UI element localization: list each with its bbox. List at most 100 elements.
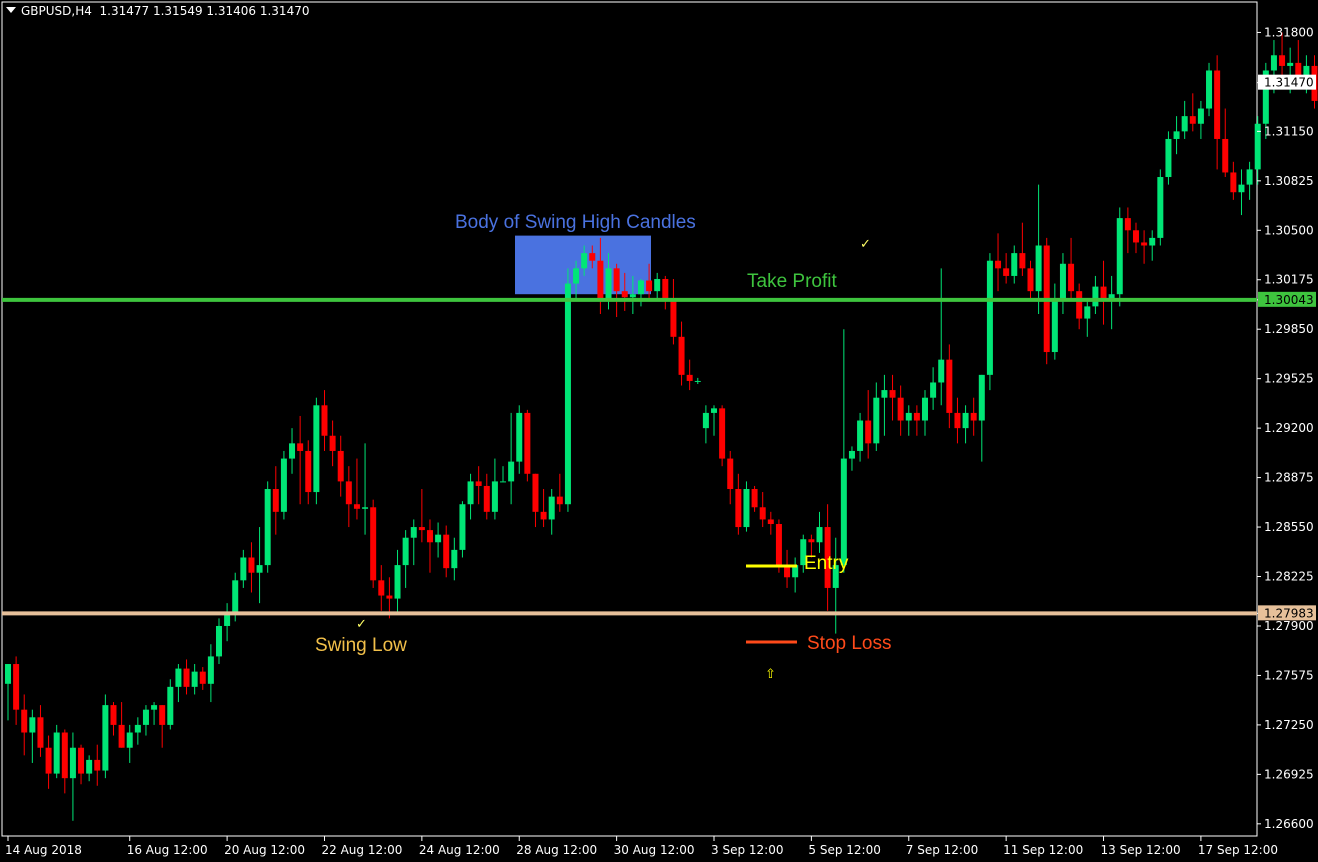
y-tick-label: 1.28550 bbox=[1264, 520, 1314, 534]
candle-bear bbox=[1189, 116, 1196, 124]
candle-bear bbox=[45, 747, 52, 774]
candle-bull bbox=[207, 656, 214, 684]
candle-bear bbox=[686, 374, 693, 381]
swing-low-label: Swing Low bbox=[315, 635, 407, 656]
candle-bull bbox=[1173, 131, 1180, 139]
candlestick-chart-svg[interactable]: 1.31800 1.31470 1.31150 1.30825 1.30500 1.301… bbox=[0, 0, 1318, 862]
candle-bull bbox=[224, 613, 231, 626]
candle-bull bbox=[491, 481, 498, 512]
candle-bear bbox=[670, 300, 677, 337]
candle-bull bbox=[694, 380, 701, 382]
candle-bull bbox=[516, 412, 523, 462]
candle-bear bbox=[329, 435, 336, 451]
candle-bull bbox=[289, 443, 296, 459]
candle-bull bbox=[1197, 108, 1204, 124]
candle-bear bbox=[1068, 263, 1075, 292]
candle-bull bbox=[215, 625, 222, 657]
candle-bull bbox=[5, 664, 11, 684]
y-tick-label: 1.28225 bbox=[1264, 570, 1314, 584]
candle-bull bbox=[191, 671, 198, 687]
candle-bull bbox=[134, 724, 141, 733]
stop-loss-label: Stop Loss bbox=[807, 633, 892, 654]
candle-bull bbox=[410, 527, 417, 538]
candle-bear bbox=[646, 280, 653, 292]
symbol-timeframe: GBPUSD,H4 bbox=[21, 4, 92, 18]
candle-bear bbox=[443, 534, 450, 569]
candle-bear bbox=[524, 412, 531, 474]
candle-bull bbox=[702, 412, 709, 429]
candle-bull bbox=[167, 686, 174, 725]
candle-bull bbox=[142, 709, 149, 725]
candle-bull bbox=[508, 461, 515, 482]
candle-bull bbox=[394, 565, 401, 599]
candle-bull bbox=[1287, 62, 1294, 66]
plot-frame bbox=[1, 1, 1258, 837]
candle-bear bbox=[248, 557, 255, 573]
candle-bull bbox=[1116, 218, 1123, 295]
candle-bear bbox=[475, 481, 482, 486]
candle-bull bbox=[881, 390, 888, 398]
y-tick-label: 1.28875 bbox=[1264, 471, 1314, 485]
candle-bull bbox=[435, 534, 442, 543]
entry-label: Entry bbox=[804, 553, 849, 574]
candle-bear bbox=[751, 489, 758, 508]
x-tick-label: 16 Aug 12:00 bbox=[127, 843, 208, 857]
candle-bull bbox=[905, 412, 912, 421]
y-tick-label: 1.31470 bbox=[1264, 76, 1314, 90]
x-tick-label: 5 Sep 12:00 bbox=[808, 843, 880, 857]
arrow-up-icon: ⇧ bbox=[765, 667, 776, 682]
price-chart[interactable]: 1.31800 1.31470 1.31150 1.30825 1.30500 1.301… bbox=[0, 0, 1318, 862]
collapse-triangle-icon[interactable] bbox=[6, 7, 16, 13]
candle-bull bbox=[1084, 306, 1091, 319]
x-tick-label: 30 Aug 12:00 bbox=[614, 843, 695, 857]
x-tick-label: 22 Aug 12:00 bbox=[321, 843, 402, 857]
x-tick-label: 20 Aug 12:00 bbox=[224, 843, 305, 857]
candle-bull bbox=[151, 705, 158, 710]
candle-bear bbox=[532, 473, 539, 512]
candle-bear bbox=[678, 336, 685, 375]
candle-bear bbox=[1100, 286, 1107, 299]
candle-bull bbox=[1181, 116, 1188, 132]
candle-bear bbox=[1279, 55, 1286, 66]
candle-bull bbox=[629, 294, 636, 298]
candle-bull bbox=[29, 717, 36, 733]
candle-bear bbox=[370, 507, 377, 581]
candle-bull bbox=[256, 565, 263, 573]
candle-bear bbox=[1222, 138, 1229, 173]
x-tick-label: 17 Sep 12:00 bbox=[1198, 843, 1278, 857]
x-tick-label: 24 Aug 12:00 bbox=[419, 843, 500, 857]
candle-bull bbox=[240, 557, 247, 581]
candle-bull bbox=[86, 759, 93, 774]
candle-bear bbox=[345, 481, 352, 505]
y-tick-label: 1.29525 bbox=[1264, 372, 1314, 386]
candle-bull bbox=[280, 458, 287, 512]
candle-bear bbox=[61, 732, 68, 779]
candle-bull bbox=[362, 507, 369, 509]
candle-bull bbox=[1254, 123, 1261, 170]
candle-bear bbox=[613, 268, 620, 292]
swing-high-check-icon: ✓ bbox=[860, 237, 871, 252]
y-tick-label: 1.26600 bbox=[1264, 817, 1314, 831]
y-tick-label: 1.27250 bbox=[1264, 718, 1314, 732]
candle-bear bbox=[897, 397, 904, 421]
x-tick-label: 28 Aug 12:00 bbox=[516, 843, 597, 857]
candle-bear bbox=[483, 485, 490, 512]
candle-bull bbox=[986, 260, 993, 375]
candle-bull bbox=[53, 732, 60, 774]
candle-bull bbox=[1092, 286, 1099, 307]
candle-bull bbox=[467, 481, 474, 505]
candle-bear bbox=[662, 278, 669, 301]
candle-bear bbox=[159, 705, 166, 725]
candle-bull bbox=[264, 489, 271, 566]
candle-bear bbox=[589, 253, 596, 261]
header-ohlc: 1.31477 1.31549 1.31406 1.31470 bbox=[99, 4, 310, 18]
candle-bull bbox=[500, 481, 507, 483]
candle-bear bbox=[1230, 172, 1237, 193]
candle-bear bbox=[540, 511, 547, 520]
candle-bull bbox=[573, 268, 580, 284]
candle-bull bbox=[126, 732, 133, 748]
candle-bear bbox=[556, 496, 563, 505]
y-tick-label: 1.30825 bbox=[1264, 174, 1314, 188]
candle-bear bbox=[970, 412, 977, 421]
candle-bear bbox=[378, 580, 385, 596]
